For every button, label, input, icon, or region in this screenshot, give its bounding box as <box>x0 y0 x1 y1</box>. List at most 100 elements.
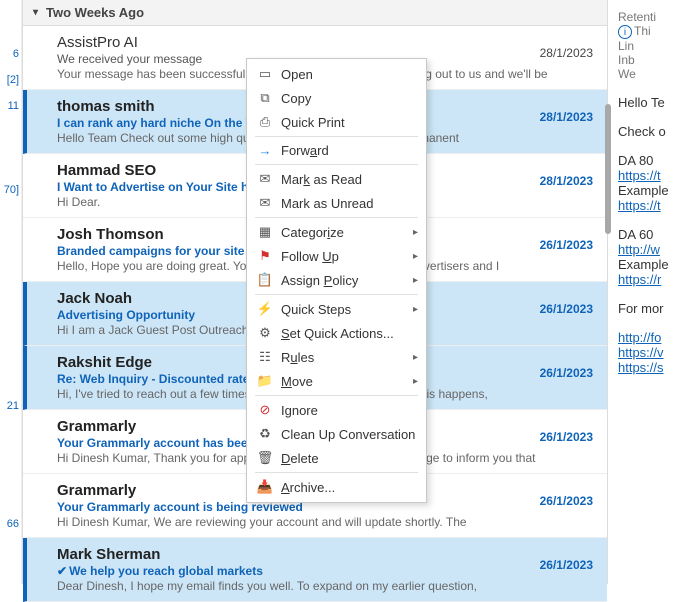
body-text: Example <box>618 257 697 272</box>
policy-icon: 📋 <box>255 272 275 288</box>
flag-icon: ⚑ <box>255 248 275 264</box>
ctx-label: Quick Print <box>281 115 345 130</box>
archive-icon: 📥 <box>255 479 275 495</box>
body-link[interactable]: https://s <box>618 360 664 375</box>
count-label: 11 <box>0 98 21 114</box>
message-date: 26/1/2023 <box>540 366 593 380</box>
ctx-label: Mark as Unread <box>281 196 373 211</box>
ctx-mark-read[interactable]: ✉Mark as Read <box>247 167 426 191</box>
message-date: 26/1/2023 <box>540 558 593 572</box>
info-text: Thi <box>634 24 651 38</box>
count-label: 66 <box>0 516 21 532</box>
ctx-label: Clean Up Conversation <box>281 427 415 442</box>
ctx-quick-print[interactable]: ⎙ Quick Print <box>247 110 426 134</box>
ctx-separator <box>255 164 418 165</box>
ctx-set-quick-actions[interactable]: ⚙ Set Quick Actions... <box>247 321 426 345</box>
count-label: [2] <box>0 72 21 88</box>
ctx-label: Quick Steps <box>281 302 351 317</box>
ctx-mark-unread[interactable]: ✉ Mark as Unread <box>247 191 426 215</box>
message-preview: Dear Dinesh, I hope my email finds you w… <box>57 579 595 593</box>
body-text: DA 80 <box>618 153 697 168</box>
clean-up-icon: ♻ <box>255 426 275 442</box>
gear-icon: ⚙ <box>255 325 275 341</box>
info-row: iThi <box>618 24 697 39</box>
print-icon: ⎙ <box>255 114 275 130</box>
body-link[interactable]: http://fo <box>618 330 661 345</box>
rules-icon: ☷ <box>255 349 275 365</box>
count-label: 70] <box>0 182 21 198</box>
ctx-copy[interactable]: ⧉ Copy <box>247 86 426 110</box>
ctx-assign-policy[interactable]: 📋Assign Policy▸ <box>247 268 426 292</box>
ctx-forward[interactable]: →Forward <box>247 139 426 162</box>
reading-pane: Retenti iThi Lin Inb We Hello Te Check o… <box>608 0 697 584</box>
body-link[interactable]: http://w <box>618 242 660 257</box>
message-subject: ✔We help you reach global markets <box>57 564 595 578</box>
message-date: 26/1/2023 <box>540 494 593 508</box>
chevron-right-icon: ▸ <box>413 227 418 238</box>
ctx-separator <box>255 217 418 218</box>
ctx-label: Set Quick Actions... <box>281 326 394 341</box>
message-subject-text: We help you reach global markets <box>69 564 263 578</box>
message-date: 26/1/2023 <box>540 238 593 252</box>
group-header-two-weeks-ago[interactable]: ▾ Two Weeks Ago <box>23 0 607 26</box>
mail-icon: ✉ <box>255 195 275 211</box>
message-date: 28/1/2023 <box>540 46 593 60</box>
info-row: Lin <box>618 39 697 53</box>
check-icon: ✔ <box>57 564 67 578</box>
forward-icon: → <box>255 143 275 158</box>
message-date: 28/1/2023 <box>540 110 593 124</box>
ctx-categorize[interactable]: ▦ Categorize ▸ <box>247 220 426 244</box>
ctx-move[interactable]: 📁 Move ▸ <box>247 369 426 393</box>
body-link[interactable]: https://v <box>618 345 664 360</box>
chevron-right-icon: ▸ <box>413 251 418 262</box>
body-link[interactable]: https://r <box>618 272 661 287</box>
ctx-label: Move <box>281 374 313 389</box>
ctx-label: Open <box>281 67 313 82</box>
move-icon: 📁 <box>255 373 275 389</box>
ctx-follow-up[interactable]: ⚑ Follow Up ▸ <box>247 244 426 268</box>
delete-icon: 🗑 <box>255 450 275 466</box>
body-link[interactable]: https://t <box>618 198 661 213</box>
ctx-label: Archive... <box>281 480 335 495</box>
ctx-delete[interactable]: 🗑 Delete <box>247 446 426 470</box>
chevron-right-icon: ▸ <box>413 376 418 387</box>
info-row: Inb <box>618 53 697 67</box>
ctx-separator <box>255 395 418 396</box>
context-menu: ▭Open ⧉Copy ⎙Quick Print →Forward ✉Mark … <box>246 58 427 503</box>
retention-label: Retenti <box>618 10 697 24</box>
message-date: 26/1/2023 <box>540 302 593 316</box>
chevron-right-icon: ▸ <box>413 352 418 363</box>
copy-icon: ⧉ <box>255 90 275 106</box>
ctx-label: Rules <box>281 350 314 365</box>
ctx-label: Categorize <box>281 225 344 240</box>
body-link[interactable]: https://t <box>618 168 661 183</box>
message-preview: Hi Dinesh Kumar, We are reviewing your a… <box>57 515 595 529</box>
chevron-right-icon: ▸ <box>413 304 418 315</box>
mail-open-icon: ✉ <box>255 171 275 187</box>
message-item-selected[interactable]: Mark Sherman ✔We help you reach global m… <box>23 538 607 602</box>
ctx-label: Delete <box>281 451 319 466</box>
ctx-label: Ignore <box>281 403 318 418</box>
count-label: 21 <box>0 398 21 414</box>
folder-counts-column: 6 [2] 11 70] 21 66 <box>0 0 22 584</box>
message-sender: Mark Sherman <box>57 546 595 563</box>
body-text: Hello Te <box>618 95 697 110</box>
chevron-down-icon: ▾ <box>33 7 38 18</box>
ctx-label: Copy <box>281 91 311 106</box>
count-label: 6 <box>0 46 21 62</box>
ctx-ignore[interactable]: ⊘ Ignore <box>247 398 426 422</box>
ctx-archive[interactable]: 📥 Archive... <box>247 475 426 499</box>
info-icon: i <box>618 25 632 39</box>
lightning-icon: ⚡ <box>255 301 275 317</box>
ctx-rules[interactable]: ☷ Rules ▸ <box>247 345 426 369</box>
ctx-open[interactable]: ▭ Open <box>247 62 426 86</box>
ctx-quick-steps[interactable]: ⚡ Quick Steps ▸ <box>247 297 426 321</box>
categorize-icon: ▦ <box>255 224 275 240</box>
ignore-icon: ⊘ <box>255 402 275 418</box>
body-text: Check o <box>618 124 697 139</box>
body-text: DA 60 <box>618 227 697 242</box>
ctx-clean-up[interactable]: ♻ Clean Up Conversation <box>247 422 426 446</box>
open-icon: ▭ <box>255 66 275 82</box>
ctx-label: Follow Up <box>281 249 339 264</box>
group-header-label: Two Weeks Ago <box>46 5 144 20</box>
